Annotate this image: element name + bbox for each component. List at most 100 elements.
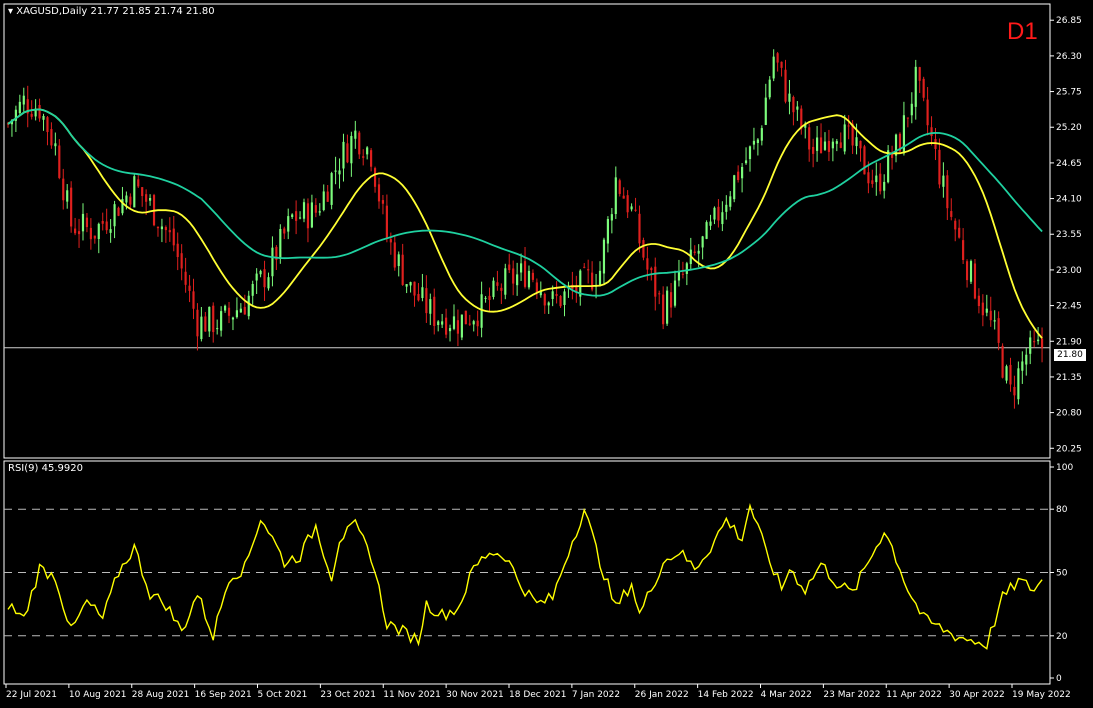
candle-body bbox=[662, 294, 665, 325]
candle-body bbox=[437, 321, 440, 325]
candle-body bbox=[89, 227, 92, 240]
time-tick-label: 22 Jul 2021 bbox=[6, 690, 57, 700]
candle-body bbox=[535, 282, 538, 293]
candle-body bbox=[1029, 337, 1032, 354]
candle-body bbox=[587, 269, 590, 271]
time-tick-label: 10 Aug 2021 bbox=[69, 690, 127, 700]
candle-body bbox=[358, 132, 361, 155]
candle-body bbox=[985, 308, 988, 313]
candle-body bbox=[768, 79, 771, 98]
candle-body bbox=[448, 328, 452, 332]
price-tick-label: 20.25 bbox=[1056, 444, 1082, 454]
chart-canvas[interactable]: 26.85 26.30 25.75 25.20 24.65 24.10 23.55 23.00… bbox=[0, 0, 1093, 708]
candle-body bbox=[156, 226, 160, 229]
candle-body bbox=[926, 99, 929, 126]
candle-body bbox=[18, 101, 21, 114]
candle-body bbox=[879, 173, 882, 192]
candle-body bbox=[658, 293, 661, 295]
rsi-tick-label: 20 bbox=[1056, 632, 1068, 642]
candle-body bbox=[583, 266, 586, 268]
candle-body bbox=[318, 211, 321, 213]
time-tick-label: 30 Apr 2022 bbox=[949, 690, 1005, 700]
candle-body bbox=[476, 320, 479, 327]
time-tick-label: 26 Jan 2022 bbox=[635, 690, 689, 700]
time-tick-label: 11 Nov 2021 bbox=[383, 690, 441, 700]
time-tick-label: 4 Mar 2022 bbox=[761, 690, 812, 700]
candle-body bbox=[117, 207, 120, 216]
candle-body bbox=[338, 170, 341, 175]
candle-body bbox=[547, 302, 550, 306]
candle-body bbox=[354, 130, 357, 139]
candle-body bbox=[697, 250, 700, 254]
time-tick-label: 11 Apr 2022 bbox=[886, 690, 942, 700]
candle-body bbox=[223, 305, 227, 311]
candle-body bbox=[38, 104, 41, 119]
candle-body bbox=[192, 291, 195, 309]
candle-body bbox=[808, 127, 811, 150]
candle-body bbox=[460, 314, 463, 338]
candle-body bbox=[429, 299, 432, 314]
candle-body bbox=[1037, 339, 1040, 342]
candle-body bbox=[235, 310, 238, 318]
candle-body bbox=[1017, 368, 1020, 400]
candle-body bbox=[101, 220, 104, 224]
candle-body bbox=[997, 318, 1000, 343]
candle-body bbox=[291, 214, 294, 218]
candle-body bbox=[298, 217, 302, 219]
candle-body bbox=[531, 272, 535, 280]
candle-body bbox=[306, 203, 310, 229]
candle-body bbox=[322, 191, 325, 210]
candle-body bbox=[610, 214, 613, 221]
candle-body bbox=[914, 66, 917, 107]
candle-body bbox=[484, 297, 487, 299]
candle-body bbox=[188, 285, 191, 291]
candle-body bbox=[551, 291, 554, 299]
candle-body bbox=[642, 240, 645, 258]
candle-body bbox=[109, 229, 112, 233]
candle-body bbox=[602, 239, 606, 274]
candle-body bbox=[334, 170, 337, 172]
price-tick-label: 21.90 bbox=[1056, 337, 1082, 347]
candle-body bbox=[910, 103, 913, 116]
candle-body bbox=[381, 200, 385, 204]
candle-body bbox=[883, 181, 886, 191]
candle-body bbox=[721, 212, 724, 225]
candle-body bbox=[97, 223, 100, 240]
candle-body bbox=[500, 287, 503, 291]
candle-body bbox=[958, 227, 961, 238]
candle-body bbox=[626, 195, 629, 213]
candle-body bbox=[125, 195, 128, 203]
candle-body bbox=[630, 206, 633, 210]
candle-body bbox=[251, 283, 254, 296]
candle-body bbox=[54, 143, 57, 147]
candle-body bbox=[622, 195, 625, 199]
candle-body bbox=[168, 230, 171, 233]
candle-body bbox=[741, 166, 744, 179]
candle-body bbox=[867, 172, 870, 184]
candle-body bbox=[373, 168, 377, 187]
candle-body bbox=[81, 213, 85, 232]
candle-body bbox=[1005, 366, 1008, 381]
price-tick-label: 23.55 bbox=[1056, 230, 1082, 240]
candle-body bbox=[792, 96, 795, 113]
candle-body bbox=[519, 263, 523, 273]
candle-body bbox=[906, 117, 909, 119]
candle-body bbox=[776, 53, 779, 63]
candle-body bbox=[401, 254, 404, 285]
time-tick-label: 19 May 2022 bbox=[1012, 690, 1071, 700]
candle-body bbox=[977, 295, 980, 307]
candle-body bbox=[176, 243, 179, 258]
candle-body bbox=[780, 61, 783, 68]
candle-body bbox=[962, 240, 965, 260]
time-tick-label: 16 Sep 2021 bbox=[195, 690, 252, 700]
candle-body bbox=[650, 268, 653, 271]
candle-body bbox=[212, 305, 215, 333]
candle-body bbox=[464, 310, 467, 325]
candle-body bbox=[930, 127, 933, 136]
candle-body bbox=[788, 93, 791, 102]
candle-body bbox=[922, 78, 925, 98]
candle-body bbox=[409, 282, 412, 286]
candle-body bbox=[973, 263, 977, 299]
candle-body bbox=[164, 227, 167, 231]
time-tick-label: 18 Dec 2021 bbox=[509, 690, 567, 700]
